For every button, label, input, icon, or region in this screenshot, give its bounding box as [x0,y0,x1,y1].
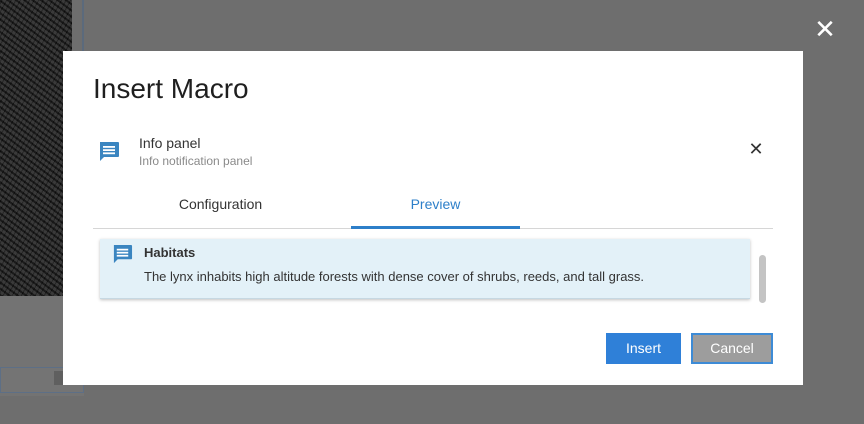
macro-header: Info panel Info notification panel ✕ [93,133,773,173]
message-icon [112,244,133,265]
tab-configuration[interactable]: Configuration [136,189,305,228]
info-panel-preview: Habitats The lynx inhabits high altitude… [100,239,750,299]
message-icon [98,141,120,163]
background-image [0,0,72,296]
overlay-close-icon[interactable]: ✕ [813,17,837,43]
macro-name: Info panel [139,135,201,151]
preview-scrollbar[interactable] [755,239,769,307]
insert-button[interactable]: Insert [606,333,681,364]
dialog-title: Insert Macro [93,73,249,104]
tab-preview[interactable]: Preview [351,189,520,229]
insert-macro-dialog: Insert Macro Info panel Info notificatio… [63,51,803,385]
macro-description: Info notification panel [139,154,253,168]
remove-macro-icon[interactable]: ✕ [747,141,765,159]
tab-bar: Configuration Preview [93,189,773,229]
panel-text: The lynx inhabits high altitude forests … [144,269,645,284]
cancel-button[interactable]: Cancel [691,333,773,364]
panel-title: Habitats [144,245,196,260]
scrollbar-thumb[interactable] [759,255,766,303]
